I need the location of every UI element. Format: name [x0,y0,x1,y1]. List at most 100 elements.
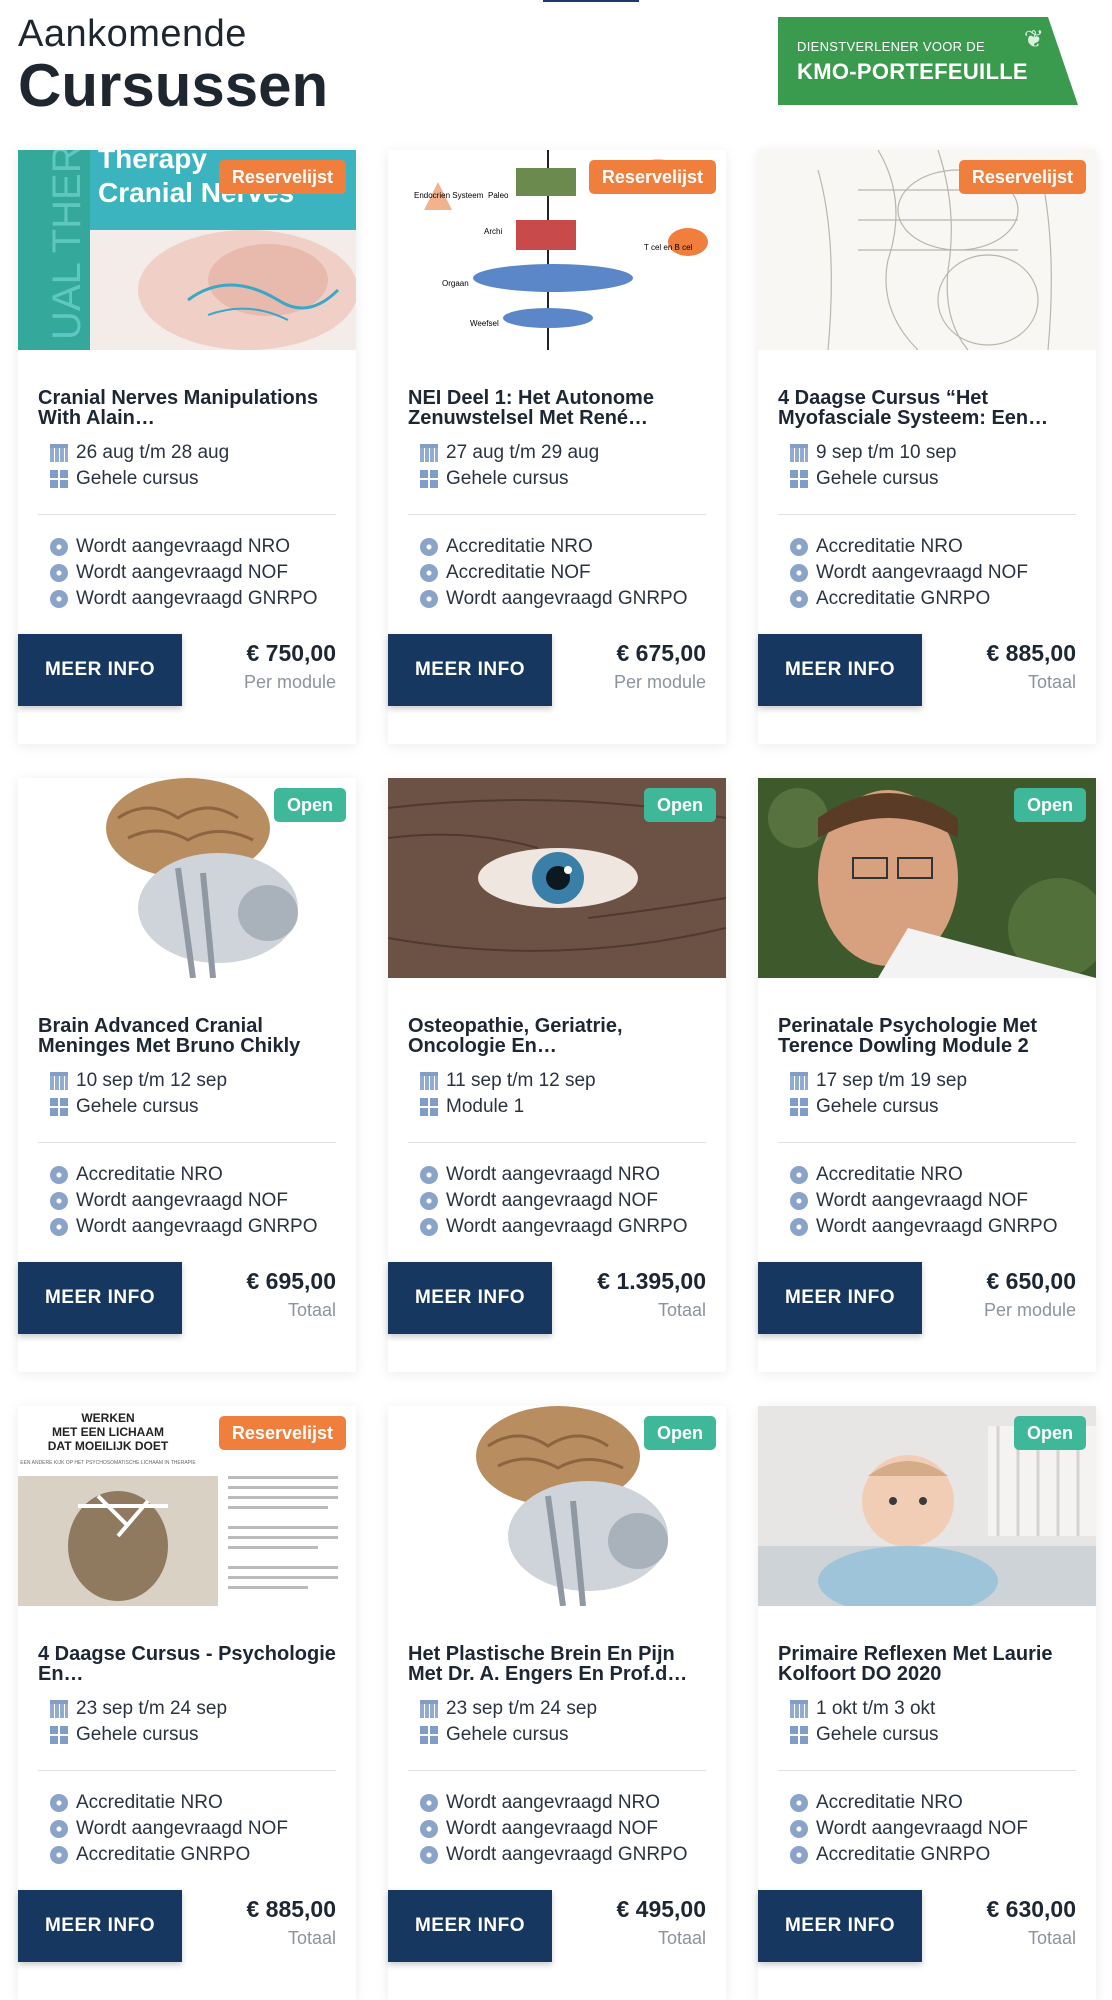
price-unit: Totaal [287,1928,336,1948]
diagram-label-orgaan: Orgaan [442,279,469,288]
accreditation-gnrpo: Wordt aangevraagd GNRPO [446,1844,688,1865]
course-price: € 695,00 [246,1268,336,1294]
course-dates: 23 sep t/m 24 sep [76,1698,228,1719]
card-divider [408,514,706,515]
course-card[interactable]: WERKEN MET EEN LICHAAM DAT MOEILIJK DOET… [18,1406,356,2000]
badge-icon [790,590,808,608]
badge-icon [420,590,438,608]
course-price: € 885,00 [246,1896,336,1922]
status-badge: Reservelijst [958,160,1086,194]
badge-icon [420,564,438,582]
course-card[interactable]: Open Primaire Reflexen Met Laurie Kolfoo… [758,1406,1096,2000]
meer-info-button[interactable]: MEER INFO [18,634,182,706]
kmo-banner-top: DIENSTVERLENER VOOR DE [797,39,985,54]
course-card[interactable]: Open Perinatale Psychologie Met Terence … [758,778,1096,1372]
page-subtitle: Aankomende [18,13,247,55]
course-title[interactable]: 4 Daagse Cursus - Psychologie En… [38,1644,338,1684]
badge-icon [790,1166,808,1184]
leaf-icon: ❦ [1023,26,1044,53]
accreditation-nof: Accreditatie NOF [446,562,591,583]
accreditation-nof: Wordt aangevraagd NOF [816,1190,1028,1211]
course-card[interactable]: Reservelijst 4 Daagse Cursus “Het Myofas… [758,150,1096,744]
course-price: € 885,00 [986,640,1076,666]
kmo-portefeuille-banner[interactable]: DIENSTVERLENER VOOR DE KMO-PORTEFEUILLE … [778,17,1078,105]
course-card[interactable]: Open Osteopathie, Geriatrie, Oncologie E… [388,778,726,1372]
meer-info-button[interactable]: MEER INFO [758,1890,922,1962]
course-title[interactable]: Primaire Reflexen Met Laurie Kolfoort DO… [778,1644,1078,1684]
kmo-banner-main: KMO-PORTEFEUILLE [797,59,1028,84]
calendar-icon [790,1700,808,1718]
badge-icon [790,564,808,582]
grid-icon [790,1098,808,1116]
meer-info-button[interactable]: MEER INFO [758,1262,922,1334]
cover-line-4: EEN ANDERE KIJK OP HET PSYCHOSOMATISCHE … [20,1460,196,1466]
meer-info-button[interactable]: MEER INFO [18,1262,182,1334]
badge-icon [50,1218,68,1236]
course-title[interactable]: Het Plastische Brein En Pijn Met Dr. A. … [408,1644,708,1684]
cover-line-3: DAT MOEILIJK DOET [48,1439,169,1453]
grid-icon [50,1726,68,1744]
grid-icon [420,1098,438,1116]
accreditation-nro: Accreditatie NRO [816,536,963,557]
course-card[interactable]: Open Brain Advanced Cranial Meninges Met… [18,778,356,1372]
course-module: Gehele cursus [816,468,939,489]
meer-info-button[interactable]: MEER INFO [758,634,922,706]
calendar-icon [50,1072,68,1090]
course-price: € 675,00 [616,640,706,666]
badge-icon [420,1846,438,1864]
course-title[interactable]: 4 Daagse Cursus “Het Myofasciale Systeem… [778,388,1078,428]
accreditation-nro: Accreditatie NRO [446,536,593,557]
grid-icon [50,1098,68,1116]
course-card[interactable]: Endocrien Systeem Paleo Archi T cel en B… [388,150,726,744]
accreditation-nof: Wordt aangevraagd NOF [816,1818,1028,1839]
accreditation-gnrpo: Wordt aangevraagd GNRPO [816,1216,1058,1237]
meer-info-button[interactable]: MEER INFO [388,1890,552,1962]
badge-icon [50,1166,68,1184]
grid-icon [420,1726,438,1744]
status-badge: Open [273,788,346,822]
price-unit: Totaal [1027,672,1076,692]
course-dates: 27 aug t/m 29 aug [446,442,600,463]
price-unit: Per module [983,1300,1076,1320]
accreditation-nro: Wordt aangevraagd NRO [446,1164,661,1185]
course-module: Gehele cursus [446,468,569,489]
badge-icon [420,1218,438,1236]
accreditation-gnrpo: Accreditatie GNRPO [816,588,991,609]
meer-info-button[interactable]: MEER INFO [388,1262,552,1334]
badge-icon [50,1794,68,1812]
course-title[interactable]: Brain Advanced Cranial Meninges Met Brun… [38,1016,338,1056]
card-divider [38,1142,336,1143]
calendar-icon [50,1700,68,1718]
course-title[interactable]: NEI Deel 1: Het Autonome Zenuwstelsel Me… [408,388,708,428]
course-price: € 750,00 [246,640,336,666]
diagram-label-tcel: T cel en B cel [644,243,693,252]
thumb-text-therapy: Therapy [98,150,207,174]
badge-icon [50,1820,68,1838]
course-price: € 1.395,00 [597,1268,706,1294]
badge-icon [790,1218,808,1236]
course-card[interactable]: Therapy Cranial Nerves UAL THERA Reserve… [18,150,356,744]
course-dates: 17 sep t/m 19 sep [816,1070,968,1091]
meer-info-button[interactable]: MEER INFO [388,634,552,706]
course-title[interactable]: Osteopathie, Geriatrie, Oncologie En… [408,1016,708,1056]
calendar-icon [790,444,808,462]
course-card[interactable]: Open Het Plastische Brein En Pijn Met Dr… [388,1406,726,2000]
page-title: Cursussen [18,52,329,119]
meer-info-button[interactable]: MEER INFO [18,1890,182,1962]
grid-icon [790,470,808,488]
accreditation-nro: Accreditatie NRO [816,1792,963,1813]
badge-icon [50,1846,68,1864]
diagram-label-weefsel: Weefsel [470,319,499,328]
course-dates: 9 sep t/m 10 sep [816,442,957,463]
course-module: Gehele cursus [76,1724,199,1745]
course-price: € 630,00 [986,1896,1076,1922]
course-title[interactable]: Cranial Nerves Manipulations With Alain… [38,388,338,428]
course-dates: 10 sep t/m 12 sep [76,1070,228,1091]
calendar-icon [50,444,68,462]
badge-icon [790,538,808,556]
price-unit: Per module [243,672,336,692]
course-title[interactable]: Perinatale Psychologie Met Terence Dowli… [778,1016,1078,1056]
calendar-icon [790,1072,808,1090]
accreditation-nof: Wordt aangevraagd NOF [816,562,1028,583]
accreditation-gnrpo: Wordt aangevraagd GNRPO [76,588,318,609]
